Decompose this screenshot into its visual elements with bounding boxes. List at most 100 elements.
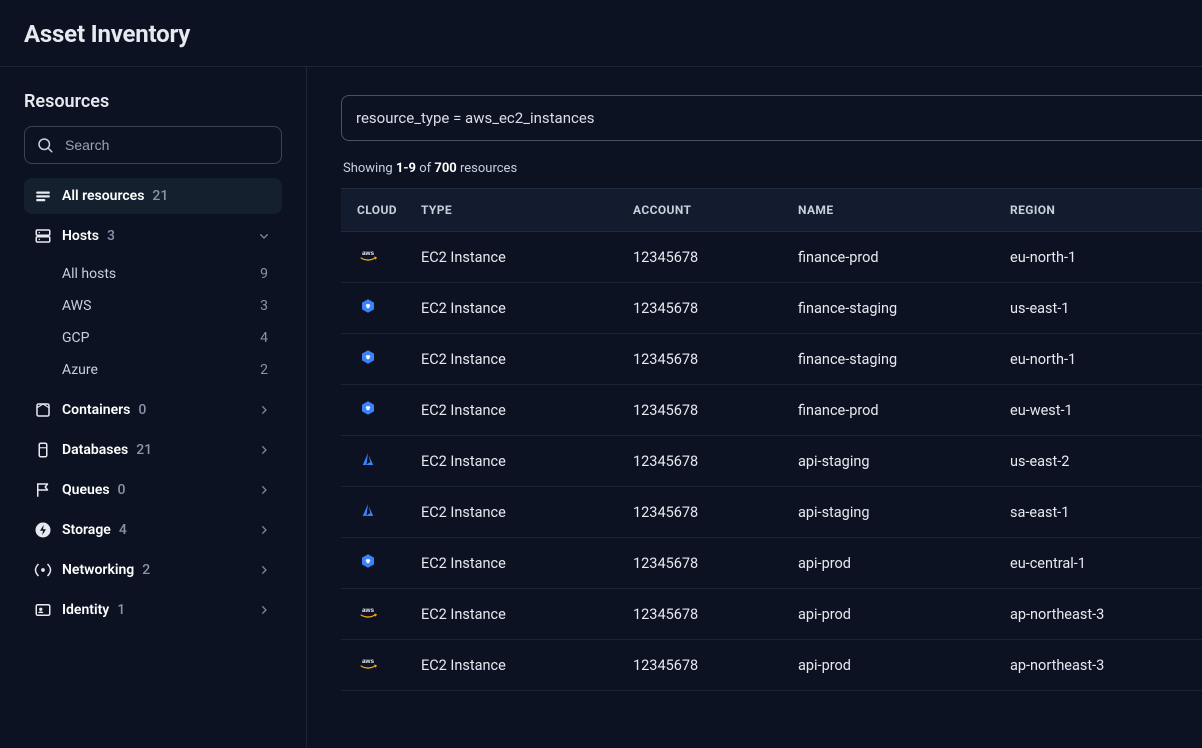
cell-account: 12345678 [625,436,790,487]
azure-icon [357,450,379,468]
table-row[interactable]: EC2 Instance12345678finance-prodeu-west-… [341,385,1202,436]
aws-icon [357,246,379,264]
server-icon [34,227,52,245]
column-cloud[interactable]: CLOUD [341,189,413,232]
flag-icon [34,481,52,499]
main-content: Showing 1-9 of 700 resources CLOUD TYPE … [307,67,1202,748]
table-row[interactable]: EC2 Instance12345678api-stagingus-east-2 [341,436,1202,487]
sidebar-item-count: 9 [260,266,274,282]
sidebar-item-label: Containers [62,402,130,418]
cell-region: ap-northeast-3 [1002,589,1202,640]
cell-name: api-prod [790,589,1002,640]
sidebar-item-label: Identity [62,602,109,618]
sidebar-item-count: 21 [152,188,168,204]
hosts-sublist: All hosts 9 AWS 3 GCP 4 Azure 2 [54,258,290,386]
chevron-right-icon [256,602,272,618]
table-row[interactable]: EC2 Instance12345678api-prodap-northeast… [341,640,1202,691]
sidebar-item-networking[interactable]: Networking 2 [24,552,282,588]
list-icon [34,187,52,205]
cell-name: finance-prod [790,385,1002,436]
column-account[interactable]: ACCOUNT [625,189,790,232]
column-region[interactable]: REGION [1002,189,1202,232]
chevron-right-icon [256,522,272,538]
sidebar-item-hosts[interactable]: Hosts 3 [24,218,282,254]
table-row[interactable]: EC2 Instance12345678api-prodeu-central-1 [341,538,1202,589]
sidebar-item-azure[interactable]: Azure 2 [54,354,282,386]
search-wrap [24,126,282,164]
cell-account: 12345678 [625,334,790,385]
sidebar-item-label: Hosts [62,228,99,244]
sidebar-title: Resources [24,91,290,112]
sidebar-item-count: 4 [260,330,274,346]
cell-type: EC2 Instance [413,589,625,640]
cell-region: eu-north-1 [1002,232,1202,283]
cell-type: EC2 Instance [413,487,625,538]
text-resources: resources [457,161,517,176]
sidebar-item-count: 21 [136,442,152,458]
cell-region: eu-north-1 [1002,334,1202,385]
cell-account: 12345678 [625,589,790,640]
chevron-right-icon [256,442,272,458]
cell-region: sa-east-1 [1002,487,1202,538]
sidebar-item-count: 4 [119,522,127,538]
sidebar-item-gcp[interactable]: GCP 4 [54,322,282,354]
text-showing: Showing [343,161,396,176]
resources-table: CLOUD TYPE ACCOUNT NAME REGION EC2 Insta… [341,188,1202,691]
sidebar-item-storage[interactable]: Storage 4 [24,512,282,548]
cell-region: ap-northeast-3 [1002,640,1202,691]
sidebar: Resources All resources 21 Hosts 3 All h… [0,67,307,748]
search-icon [36,136,54,154]
sidebar-item-label: All resources [62,188,144,204]
sidebar-item-count: 2 [260,362,274,378]
query-input[interactable] [341,95,1202,141]
cell-name: finance-staging [790,334,1002,385]
sidebar-item-aws[interactable]: AWS 3 [54,290,282,322]
sidebar-item-count: 0 [118,482,126,498]
cell-account: 12345678 [625,385,790,436]
chevron-right-icon [256,482,272,498]
table-row[interactable]: EC2 Instance12345678api-stagingsa-east-1 [341,487,1202,538]
chevron-right-icon [256,402,272,418]
sidebar-item-label: Queues [62,482,110,498]
result-total: 700 [434,161,456,176]
table-row[interactable]: EC2 Instance12345678api-prodap-northeast… [341,589,1202,640]
cell-region: eu-central-1 [1002,538,1202,589]
search-input[interactable] [24,126,282,164]
cell-account: 12345678 [625,283,790,334]
cell-region: us-east-2 [1002,436,1202,487]
sidebar-item-all-resources[interactable]: All resources 21 [24,178,282,214]
cell-account: 12345678 [625,232,790,283]
gcp-icon [357,348,379,366]
sidebar-item-label: GCP [62,330,89,346]
cell-type: EC2 Instance [413,385,625,436]
sidebar-item-label: Storage [62,522,111,538]
table-row[interactable]: EC2 Instance12345678finance-prodeu-north… [341,232,1202,283]
sidebar-item-all-hosts[interactable]: All hosts 9 [54,258,282,290]
database-icon [34,441,52,459]
sidebar-item-label: AWS [62,298,91,314]
sidebar-item-count: 1 [117,602,125,618]
sidebar-item-containers[interactable]: Containers 0 [24,392,282,428]
sidebar-item-identity[interactable]: Identity 1 [24,592,282,628]
cell-type: EC2 Instance [413,640,625,691]
sidebar-item-databases[interactable]: Databases 21 [24,432,282,468]
network-icon [34,561,52,579]
table-row[interactable]: EC2 Instance12345678finance-stagingeu-no… [341,334,1202,385]
cell-region: eu-west-1 [1002,385,1202,436]
container-icon [34,401,52,419]
column-name[interactable]: NAME [790,189,1002,232]
sidebar-item-label: Databases [62,442,128,458]
sidebar-item-count: 2 [142,562,150,578]
sidebar-item-count: 3 [260,298,274,314]
cell-type: EC2 Instance [413,436,625,487]
result-count: Showing 1-9 of 700 resources [341,161,1202,176]
cell-name: api-prod [790,640,1002,691]
sidebar-item-queues[interactable]: Queues 0 [24,472,282,508]
sidebar-item-label: Networking [62,562,134,578]
aws-icon [357,654,379,672]
table-header-row: CLOUD TYPE ACCOUNT NAME REGION [341,189,1202,232]
column-type[interactable]: TYPE [413,189,625,232]
table-row[interactable]: EC2 Instance12345678finance-stagingus-ea… [341,283,1202,334]
gcp-icon [357,399,379,417]
cell-name: api-staging [790,436,1002,487]
